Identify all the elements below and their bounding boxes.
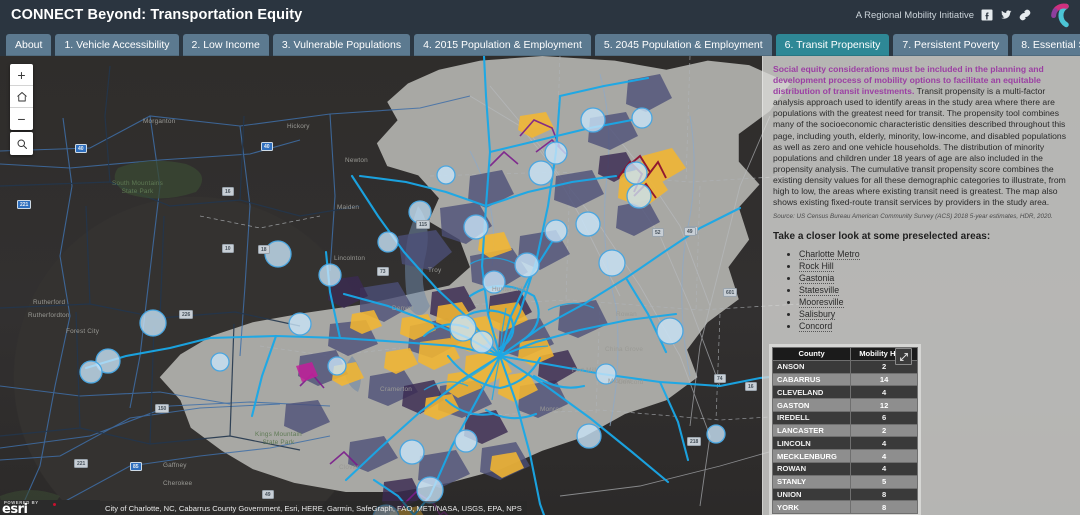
panel-description: Social equity considerations must be inc… [773, 64, 1070, 208]
table-row: GASTON 12 [771, 398, 918, 412]
expand-table-icon[interactable] [895, 348, 912, 365]
tab-5-2045-population-employment[interactable]: 5. 2045 Population & Employment [594, 34, 772, 56]
cell-mobility-hubs: 4 [850, 385, 918, 400]
cell-county: MECKLENBURG [771, 449, 852, 464]
panel-body-text: Transit propensity is a multi-factor ana… [773, 86, 1066, 208]
main-tab-bar: About 1. Vehicle Accessibility 2. Low Inco… [0, 30, 1080, 56]
table-row: ROWAN 4 [771, 462, 918, 476]
preselected-area-link-mooresville[interactable]: Mooresville [799, 297, 844, 309]
cell-mobility-hubs: 8 [850, 500, 918, 515]
cell-county: IREDELL [771, 410, 852, 425]
attribution-text: City of Charlotte, NC, Cabarrus County G… [100, 501, 527, 515]
esri-wordmark: esri [2, 502, 28, 515]
cell-mobility-hubs: 5 [850, 474, 918, 489]
zoom-out-button[interactable]: − [10, 108, 33, 130]
preselected-areas-heading: Take a closer look at some preselected a… [773, 231, 991, 243]
tab-7-persistent-poverty[interactable]: 7. Persistent Poverty [893, 34, 1009, 56]
mobility-hubs-table-card: County Mobility Hubs ANSON 2 CABARRUS 14 CLE… [769, 344, 921, 515]
twitter-icon[interactable] [1000, 9, 1012, 21]
table-row: CABARRUS 14 [771, 372, 918, 387]
cell-county: GASTON [771, 398, 852, 412]
cell-county: CABARRUS [771, 372, 852, 387]
cell-county: UNION [771, 487, 852, 502]
cell-county: LINCOLN [771, 436, 852, 451]
esri-logo-dot [53, 502, 56, 506]
tab-about[interactable]: About [6, 34, 52, 56]
map-search-control [10, 132, 33, 155]
cell-county: CLEVELAND [771, 385, 852, 400]
list-item: Rock Hill [799, 260, 1070, 273]
preselected-area-link-gastonia[interactable]: Gastonia [799, 273, 835, 285]
facebook-icon[interactable] [981, 9, 993, 21]
transit-routes [84, 56, 802, 515]
info-panel: Social equity considerations must be inc… [762, 56, 1080, 515]
connect-beyond-logo [1043, 0, 1074, 31]
list-item: Concord [799, 320, 1070, 333]
search-icon[interactable] [10, 132, 33, 155]
list-item: Gastonia [799, 272, 1070, 285]
preselected-area-link-statesville[interactable]: Statesville [799, 285, 840, 297]
map-attribution-bar: POWERED BY esri City of Charlotte, NC, C… [0, 500, 762, 515]
column-header-county[interactable]: County [771, 347, 852, 361]
zoom-in-button[interactable]: + [10, 64, 33, 86]
table-row: LANCASTER 2 [771, 423, 918, 438]
cell-mobility-hubs: 2 [850, 423, 918, 438]
tab-2-low-income[interactable]: 2. Low Income [182, 34, 269, 56]
cell-mobility-hubs: 14 [850, 372, 918, 387]
table-row: CLEVELAND 4 [771, 385, 918, 400]
table-row: STANLY 5 [771, 474, 918, 489]
cell-mobility-hubs: 4 [850, 449, 918, 464]
header-actions: A Regional Mobility Initiative [856, 0, 1080, 30]
preselected-area-link-concord[interactable]: Concord [799, 321, 833, 333]
cell-county: ROWAN [771, 462, 852, 476]
list-item: Charlotte Metro [799, 248, 1070, 261]
table-row: IREDELL 6 [771, 410, 918, 425]
header-tagline: A Regional Mobility Initiative [855, 9, 974, 21]
preselected-area-link-charlotte-metro[interactable]: Charlotte Metro [799, 249, 860, 261]
app-header: CONNECT Beyond: Transportation Equity A … [0, 0, 1080, 30]
list-item: Statesville [799, 284, 1070, 297]
preselected-areas-list: Charlotte MetroRock HillGastoniaStatesvi… [799, 248, 1070, 333]
tab-6-transit-propensity[interactable]: 6. Transit Propensity [775, 34, 890, 56]
cell-county: STANLY [771, 474, 852, 489]
table-row: LINCOLN 4 [771, 436, 918, 451]
tab-1-vehicle-accessibility[interactable]: 1. Vehicle Accessibility [55, 34, 179, 56]
preselected-area-link-salisbury[interactable]: Salisbury [799, 309, 836, 321]
list-item: Salisbury [799, 308, 1070, 321]
tab-4-2015-population-employment[interactable]: 4. 2015 Population & Employment [414, 34, 591, 56]
tab-3-vulnerable-populations[interactable]: 3. Vulnerable Populations [272, 34, 411, 56]
esri-logo: POWERED BY esri [0, 500, 100, 515]
table-row: YORK 8 [771, 500, 918, 515]
table-row: MECKLENBURG 4 [771, 449, 918, 464]
tab-8-essential-services[interactable]: 8. Essential Services [1012, 34, 1080, 56]
cell-county: ANSON [771, 359, 852, 374]
mobility-hubs-table: County Mobility Hubs ANSON 2 CABARRUS 14 CLE… [771, 347, 918, 515]
panel-source: Source: US Census Bureau American Commun… [773, 213, 1053, 221]
state-park-area [114, 160, 203, 199]
table-row: UNION 8 [771, 487, 918, 502]
page-title: CONNECT Beyond: Transportation Equity [11, 7, 303, 23]
cell-mobility-hubs: 4 [850, 436, 918, 451]
map-zoom-controls: + − [10, 64, 33, 130]
home-button[interactable] [10, 86, 33, 108]
cell-county: LANCASTER [771, 423, 852, 438]
cell-mobility-hubs: 8 [850, 487, 918, 502]
app-root: CONNECT Beyond: Transportation Equity A … [0, 0, 1080, 515]
preselected-area-link-rock-hill[interactable]: Rock Hill [799, 261, 834, 273]
cell-mobility-hubs: 4 [850, 462, 918, 476]
list-item: Mooresville [799, 296, 1070, 309]
cell-county: YORK [771, 500, 852, 515]
cell-mobility-hubs: 6 [850, 410, 918, 425]
cell-mobility-hubs: 12 [850, 398, 918, 412]
link-icon[interactable] [1019, 9, 1031, 21]
